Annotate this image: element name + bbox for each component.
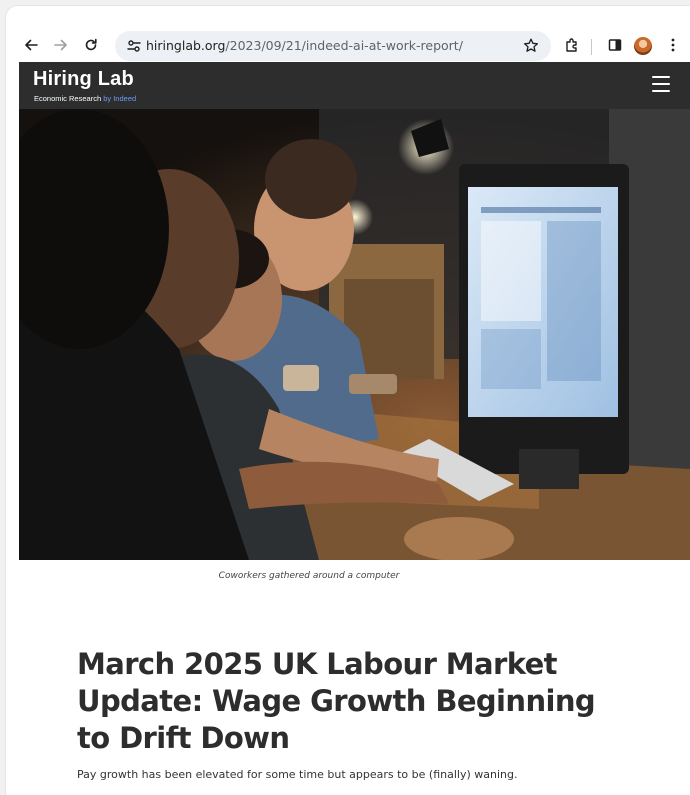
- browser-toolbar: hiringlab.org/2023/09/21/indeed-ai-at-wo…: [6, 6, 690, 62]
- site-logo-title[interactable]: Hiring Lab: [33, 68, 134, 91]
- address-bar[interactable]: hiringlab.org/2023/09/21/indeed-ai-at-wo…: [115, 31, 551, 61]
- forward-arrow-icon[interactable]: [50, 34, 72, 56]
- article-dek: Pay growth has been elevated for some ti…: [77, 768, 518, 781]
- hero-caption: Coworkers gathered around a computer: [218, 571, 400, 581]
- profile-avatar[interactable]: [634, 37, 652, 55]
- browser-window: hiringlab.org/2023/09/21/indeed-ai-at-wo…: [6, 6, 690, 795]
- url-text[interactable]: hiringlab.org/2023/09/21/indeed-ai-at-wo…: [146, 37, 463, 55]
- logo-sub-text: Economic Research: [34, 94, 102, 103]
- back-arrow-icon[interactable]: [20, 34, 42, 56]
- extensions-icon[interactable]: [561, 34, 583, 56]
- site-logo-subtitle: Economic Research by Indeed: [34, 94, 136, 103]
- logo-brand-text: by Indeed: [103, 94, 137, 103]
- toolbar-divider: [591, 39, 592, 55]
- reload-icon[interactable]: [80, 34, 102, 56]
- url-host: hiringlab.org: [146, 38, 226, 53]
- bookmark-star-icon[interactable]: [521, 36, 541, 56]
- side-panel-icon[interactable]: [604, 34, 626, 56]
- url-path: /2023/09/21/indeed-ai-at-work-report/: [225, 38, 463, 53]
- hamburger-menu-icon[interactable]: [652, 76, 670, 92]
- hero-image: [19, 109, 690, 560]
- site-header: Hiring Lab Economic Research by Indeed: [19, 62, 690, 109]
- site-settings-icon[interactable]: [125, 37, 143, 55]
- article-title: March 2025 UK Labour Market Update: Wage…: [77, 647, 596, 755]
- more-menu-icon[interactable]: [662, 34, 684, 56]
